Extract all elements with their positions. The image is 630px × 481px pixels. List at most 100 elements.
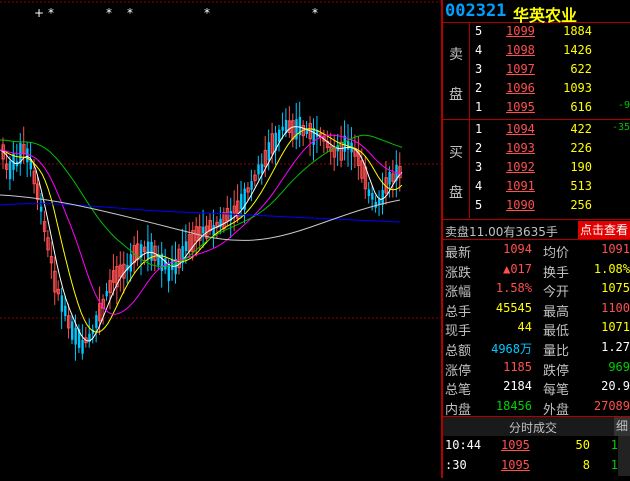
stat-value-2: 27089 bbox=[593, 398, 630, 413]
quote-panel: 002321 华英农业 卖 盘 5 1099 1884 4 1098 1426 3 109… bbox=[443, 0, 630, 478]
candle-body bbox=[8, 161, 12, 180]
candle-body bbox=[250, 181, 253, 190]
stat-row: 总额 4968万 量比 1.27 bbox=[443, 338, 630, 359]
candle-body bbox=[212, 225, 215, 236]
stat-row: 总手 45545 最高 1100 bbox=[443, 299, 630, 320]
bid-row[interactable]: 1 1094 422 -35 bbox=[443, 120, 630, 139]
stat-value-2: 1100 bbox=[601, 300, 630, 315]
stat-label-2: 量比 bbox=[543, 344, 570, 359]
ask-row[interactable]: 5 1099 1884 bbox=[443, 22, 630, 41]
ticks-header: 分时成交 细 bbox=[443, 416, 630, 436]
ma20-line bbox=[0, 134, 403, 315]
ask-level: 5 bbox=[475, 24, 483, 38]
stat-value: 45545 bbox=[495, 300, 532, 315]
ask-price: 1099 bbox=[506, 24, 535, 38]
stat-label-2: 外盘 bbox=[543, 402, 570, 418]
candle-body bbox=[278, 129, 281, 142]
stat-row: 涨幅 1.58% 今开 1075 bbox=[443, 279, 630, 301]
stat-value: 1185 bbox=[503, 359, 532, 374]
tick-price: 1095 bbox=[501, 438, 530, 452]
stat-row: 最新 1094 均价 1091 bbox=[443, 240, 630, 261]
bid-level: 2 bbox=[475, 141, 483, 155]
kline-chart[interactable]: + * * * * * bbox=[0, 0, 441, 478]
stock-header: 002321 华英农业 bbox=[443, 0, 630, 25]
candle-body bbox=[378, 199, 381, 205]
candle-body bbox=[381, 189, 384, 205]
bid-volume: 513 bbox=[570, 179, 592, 193]
bid-row[interactable]: 3 1092 190 bbox=[443, 158, 630, 177]
ask-row[interactable]: 1 1095 616 -9 bbox=[443, 98, 630, 117]
stat-value-2: 20.9 bbox=[601, 379, 630, 394]
ask-row[interactable]: 4 1098 1426 bbox=[443, 41, 630, 60]
stat-label: 总额 bbox=[445, 344, 472, 359]
tick-count: 1 bbox=[610, 438, 618, 452]
ask-price: 1095 bbox=[506, 100, 535, 114]
ask-volume: 1884 bbox=[563, 24, 592, 38]
stat-label: 涨跌 bbox=[445, 265, 472, 281]
stat-row: 现手 44 最低 1071 bbox=[443, 318, 630, 340]
bid-level: 4 bbox=[475, 179, 483, 193]
ticks-scrollbar[interactable] bbox=[618, 436, 630, 476]
stat-label: 最新 bbox=[445, 246, 472, 261]
stat-value: 1094 bbox=[503, 242, 532, 256]
chart-marker: * bbox=[48, 6, 54, 20]
candle-body bbox=[105, 291, 108, 297]
stat-value-2: 1.27 bbox=[601, 340, 630, 354]
tick-time: 10:44 bbox=[445, 438, 482, 452]
chart-marker: * bbox=[127, 6, 133, 20]
ask-level: 2 bbox=[475, 81, 483, 95]
bid-row[interactable]: 5 1090 256 bbox=[443, 196, 630, 215]
kline-svg: + * * * * * bbox=[0, 1, 441, 361]
view-details-button[interactable]: 点击查看 bbox=[577, 221, 630, 239]
candle-body bbox=[95, 315, 98, 328]
stat-label: 现手 bbox=[445, 324, 472, 340]
bid-level: 3 bbox=[475, 160, 483, 174]
stat-label-2: 最低 bbox=[543, 324, 570, 340]
candle-body bbox=[367, 189, 371, 197]
candle-body bbox=[202, 226, 205, 234]
ask-price: 1098 bbox=[506, 43, 535, 57]
stat-value-2: 1091 bbox=[601, 242, 630, 256]
ask-row[interactable]: 3 1097 622 bbox=[443, 60, 630, 79]
order-imbalance-text: 卖盘11.00有3635手 bbox=[445, 225, 558, 239]
candle-body bbox=[26, 148, 29, 163]
stat-label: 涨幅 bbox=[445, 285, 472, 301]
candle-body bbox=[281, 126, 284, 131]
bid-price: 1094 bbox=[506, 122, 535, 136]
stat-value: 4968万 bbox=[491, 342, 532, 356]
stat-row: 内盘 18456 外盘 27089 bbox=[443, 397, 630, 418]
chart-marker: * bbox=[106, 6, 112, 20]
candle-body bbox=[371, 192, 374, 200]
stat-label: 内盘 bbox=[445, 402, 472, 418]
bid-row[interactable]: 4 1091 513 bbox=[443, 177, 630, 196]
stock-code[interactable]: 002321 bbox=[445, 1, 506, 21]
stat-value-2: 1071 bbox=[601, 320, 630, 335]
bid-price: 1092 bbox=[506, 160, 535, 174]
bid-volume: 226 bbox=[570, 141, 592, 155]
bid-level: 5 bbox=[475, 198, 483, 212]
stat-label-2: 最高 bbox=[543, 304, 570, 320]
candle-body bbox=[257, 164, 260, 175]
bid-volume: 422 bbox=[570, 122, 592, 136]
candle-body bbox=[64, 305, 67, 317]
ask-volume: 1426 bbox=[563, 43, 592, 57]
candle-body bbox=[164, 258, 167, 270]
chart-marker: * bbox=[204, 6, 210, 20]
ask-level: 1 bbox=[475, 100, 483, 114]
ask-row[interactable]: 2 1096 1093 bbox=[443, 79, 630, 98]
ticks-title[interactable]: 分时成交 bbox=[509, 419, 557, 436]
candle-body bbox=[260, 163, 264, 174]
stat-value: ▲017 bbox=[503, 261, 532, 276]
stat-label: 涨停 bbox=[445, 363, 472, 379]
stat-label-2: 均价 bbox=[543, 246, 570, 261]
ask-book: 卖 盘 5 1099 1884 4 1098 1426 3 1097 622 2 1096 10… bbox=[443, 22, 630, 119]
bid-price: 1090 bbox=[506, 198, 535, 212]
ticks-detail-button[interactable]: 细 bbox=[614, 417, 630, 436]
chart-marker: * bbox=[312, 6, 318, 20]
stat-value-2: 969 bbox=[608, 359, 630, 374]
ask-change: -9 bbox=[617, 100, 630, 111]
bid-row[interactable]: 2 1093 226 bbox=[443, 139, 630, 158]
stat-value: 2184 bbox=[503, 379, 532, 394]
ask-price: 1096 bbox=[506, 81, 535, 95]
tick-volume: 50 bbox=[575, 438, 590, 452]
